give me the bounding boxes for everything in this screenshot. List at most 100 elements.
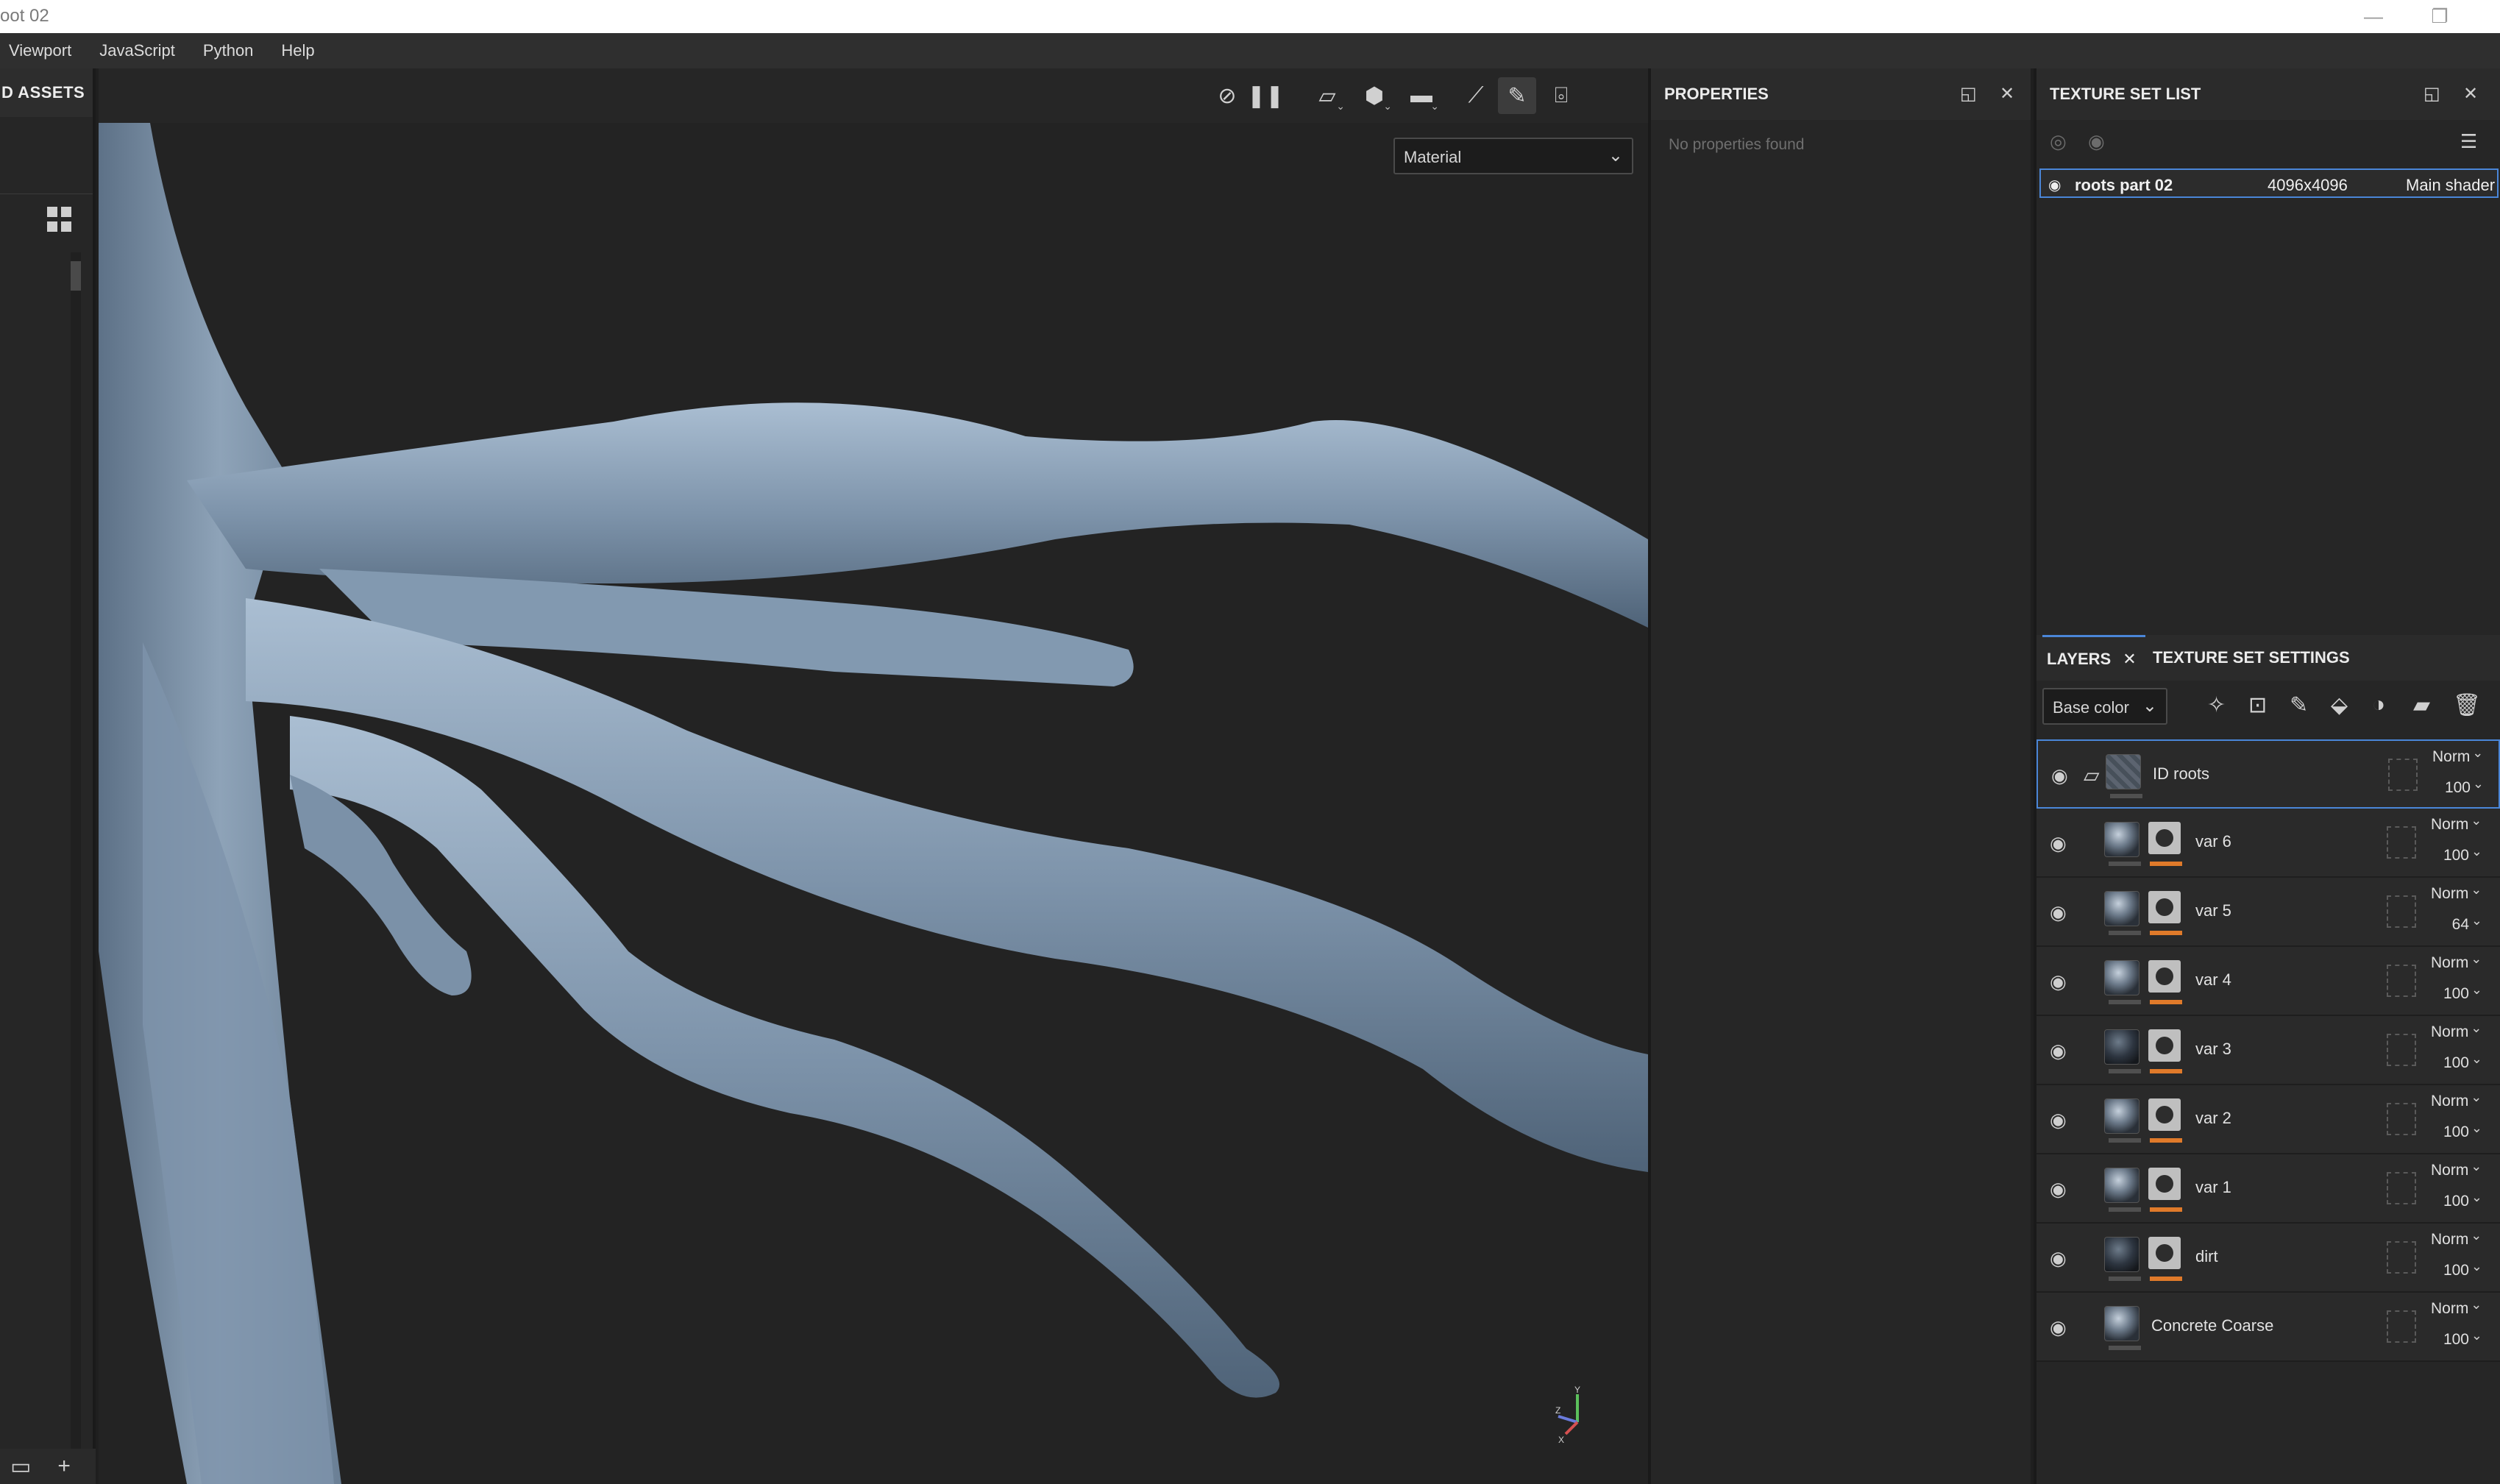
layer-name[interactable]: var 1 <box>2195 1178 2231 1197</box>
layer-mask-slot[interactable] <box>2387 1103 2416 1135</box>
opacity-dropdown[interactable]: 100 <box>2438 1259 2482 1279</box>
undock-icon[interactable]: ◱ <box>1960 83 1977 104</box>
eye-icon[interactable]: ◉ <box>2050 832 2067 855</box>
layer-row-var-3[interactable]: ◉ var 3 Norm 100 <box>2036 1016 2500 1085</box>
3d-viewport[interactable]: ⊘ ❚❚ ▱ ⌄ ⬢ ⌄ ▬ ⌄ ⟋ ✎ ⌻ Material ⌄ Y Z X <box>99 68 1648 1484</box>
layer-name[interactable]: var 5 <box>2195 901 2231 920</box>
tab-layers[interactable]: LAYERS ✕ <box>2042 635 2145 681</box>
close-icon[interactable]: ✕ <box>2123 650 2136 669</box>
menu-help[interactable]: Help <box>281 41 314 60</box>
layer-name[interactable]: var 6 <box>2195 832 2231 851</box>
close-icon[interactable]: ✕ <box>2463 83 2478 104</box>
pause-icon[interactable]: ❚❚ <box>1246 77 1285 114</box>
blend-mode-dropdown[interactable]: Norm <box>2431 1228 2482 1249</box>
layer-name[interactable]: var 4 <box>2195 970 2231 990</box>
opacity-dropdown[interactable]: 64 <box>2438 913 2482 934</box>
mask-thumbnail[interactable] <box>2148 1029 2181 1062</box>
menu-javascript[interactable]: JavaScript <box>99 41 175 60</box>
eye-icon[interactable]: ◉ <box>2051 764 2068 787</box>
layer-name[interactable]: ID roots <box>2153 764 2209 784</box>
layer-row-var-1[interactable]: ◉ var 1 Norm 100 <box>2036 1154 2500 1224</box>
eye-icon[interactable]: ◉ <box>2050 1316 2067 1339</box>
delete-layer-icon[interactable]: 🗑 <box>2453 692 2481 718</box>
blend-mode-dropdown[interactable]: Norm <box>2431 1297 2482 1318</box>
layer-row-var-2[interactable]: ◉ var 2 Norm 100 <box>2036 1085 2500 1154</box>
layer-row-var-5[interactable]: ◉ var 5 Norm 64 <box>2036 878 2500 947</box>
layer-mask-slot[interactable] <box>2387 1172 2416 1204</box>
blend-mode-dropdown[interactable]: Norm <box>2431 882 2482 903</box>
viewport-channel-dropdown[interactable]: Material ⌄ <box>1393 138 1633 174</box>
tab-texture-set-settings[interactable]: TEXTURE SET SETTINGS <box>2153 635 2350 681</box>
undock-icon[interactable]: ◱ <box>2423 83 2440 104</box>
eye-icon[interactable]: ◉ <box>2050 1247 2067 1270</box>
restore-button[interactable]: ❐ <box>2418 1 2462 31</box>
layer-mask-slot[interactable] <box>2387 1310 2416 1343</box>
layer-row-concrete-coarse[interactable]: ◉ Concrete Coarse Norm 100 <box>2036 1293 2500 1362</box>
display-mode-icon[interactable]: ▱ ⌄ <box>1308 77 1346 114</box>
mask-thumbnail[interactable] <box>2148 1098 2181 1131</box>
grid-view-icon[interactable] <box>47 207 72 232</box>
opacity-dropdown[interactable]: 100 <box>2438 1190 2482 1210</box>
add-icon[interactable]: + <box>57 1454 71 1479</box>
eye-icon[interactable]: ◉ <box>2050 1040 2067 1062</box>
layer-name[interactable]: Concrete Coarse <box>2151 1316 2273 1335</box>
layer-row-dirt[interactable]: ◉ dirt Norm 100 <box>2036 1224 2500 1293</box>
opacity-dropdown[interactable]: 100 <box>2438 844 2482 865</box>
blend-mode-dropdown[interactable]: Norm <box>2431 1020 2482 1041</box>
camera-icon[interactable]: ▬ ⌄ <box>1402 77 1441 114</box>
screenshot-icon[interactable]: ⌻ <box>1542 77 1580 114</box>
opacity-dropdown[interactable]: 100 <box>2438 1121 2482 1141</box>
scrollbar-thumb[interactable] <box>71 261 81 291</box>
list-options-icon[interactable]: ☰ <box>2460 130 2477 153</box>
mask-thumbnail[interactable] <box>2148 891 2181 923</box>
blend-mode-dropdown[interactable]: Norm <box>2431 951 2482 972</box>
layer-mask-slot[interactable] <box>2387 1241 2416 1274</box>
texture-set-row[interactable]: ◉ roots part 02 4096x4096 Main shader <box>2039 168 2499 198</box>
layer-name[interactable]: var 2 <box>2195 1109 2231 1128</box>
opacity-dropdown[interactable]: 100 <box>2438 982 2482 1003</box>
layer-mask-slot[interactable] <box>2387 965 2416 997</box>
layer-name[interactable]: var 3 <box>2195 1040 2231 1059</box>
layer-mask-slot[interactable] <box>2387 1034 2416 1066</box>
add-folder-icon[interactable]: ▰ <box>2413 692 2430 718</box>
layer-mask-slot[interactable] <box>2387 826 2416 859</box>
add-effect-icon[interactable]: ✧ <box>2207 692 2226 718</box>
layer-row-var-4[interactable]: ◉ var 4 Norm 100 <box>2036 947 2500 1016</box>
mask-thumbnail[interactable] <box>2148 960 2181 993</box>
new-window-icon[interactable]: ▭ <box>10 1454 31 1480</box>
eye-icon[interactable]: ◉ <box>2050 1109 2067 1132</box>
symmetry-icon[interactable]: ⟋ <box>1457 77 1495 114</box>
menu-viewport[interactable]: Viewport <box>9 41 71 60</box>
layer-row-id-roots[interactable]: ◉ ▱ ID roots Norm 100 <box>2036 739 2500 809</box>
cube-view-icon[interactable]: ⬢ ⌄ <box>1355 77 1393 114</box>
mask-thumbnail[interactable] <box>2148 822 2181 854</box>
layer-row-var-6[interactable]: ◉ var 6 Norm 100 <box>2036 809 2500 878</box>
opacity-dropdown[interactable]: 100 <box>2438 1328 2482 1349</box>
eye-icon[interactable]: ◉ <box>2050 970 2067 993</box>
layer-mask-slot[interactable] <box>2388 759 2418 791</box>
eye-icon[interactable]: ◉ <box>2048 176 2061 194</box>
blend-mode-dropdown[interactable]: Norm <box>2431 813 2482 834</box>
close-icon[interactable]: ✕ <box>2000 83 2014 104</box>
layer-mask-slot[interactable] <box>2387 895 2416 928</box>
opacity-dropdown[interactable]: 100 <box>2440 776 2484 797</box>
mask-thumbnail[interactable] <box>2148 1237 2181 1269</box>
show-all-icon[interactable]: ◉ <box>2088 130 2105 153</box>
add-fill-layer-icon[interactable]: ⬙ <box>2331 692 2348 718</box>
add-paint-layer-icon[interactable]: ✎ <box>2290 692 2308 718</box>
hide-ui-icon[interactable]: ⊘ <box>1208 77 1246 114</box>
minimize-button[interactable]: — <box>2351 1 2396 31</box>
blend-mode-dropdown[interactable]: Norm <box>2431 1090 2482 1110</box>
eye-icon[interactable]: ◉ <box>2050 1178 2067 1201</box>
channel-dropdown[interactable]: Base color ⌄ <box>2042 688 2167 725</box>
eye-icon[interactable]: ◉ <box>2050 901 2067 924</box>
scrollbar-track[interactable] <box>71 252 81 1484</box>
folder-icon[interactable]: ▱ <box>2084 763 2100 787</box>
blend-mode-dropdown[interactable]: Norm <box>2432 745 2484 766</box>
add-smart-material-icon[interactable]: ◑ <box>2372 692 2385 717</box>
hide-all-icon[interactable]: ◎ <box>2050 130 2067 153</box>
add-mask-icon[interactable]: ⊡ <box>2248 692 2267 718</box>
paint-brush-icon[interactable]: ✎ <box>1498 77 1536 114</box>
layer-name[interactable]: dirt <box>2195 1247 2218 1266</box>
mask-thumbnail[interactable] <box>2148 1168 2181 1200</box>
